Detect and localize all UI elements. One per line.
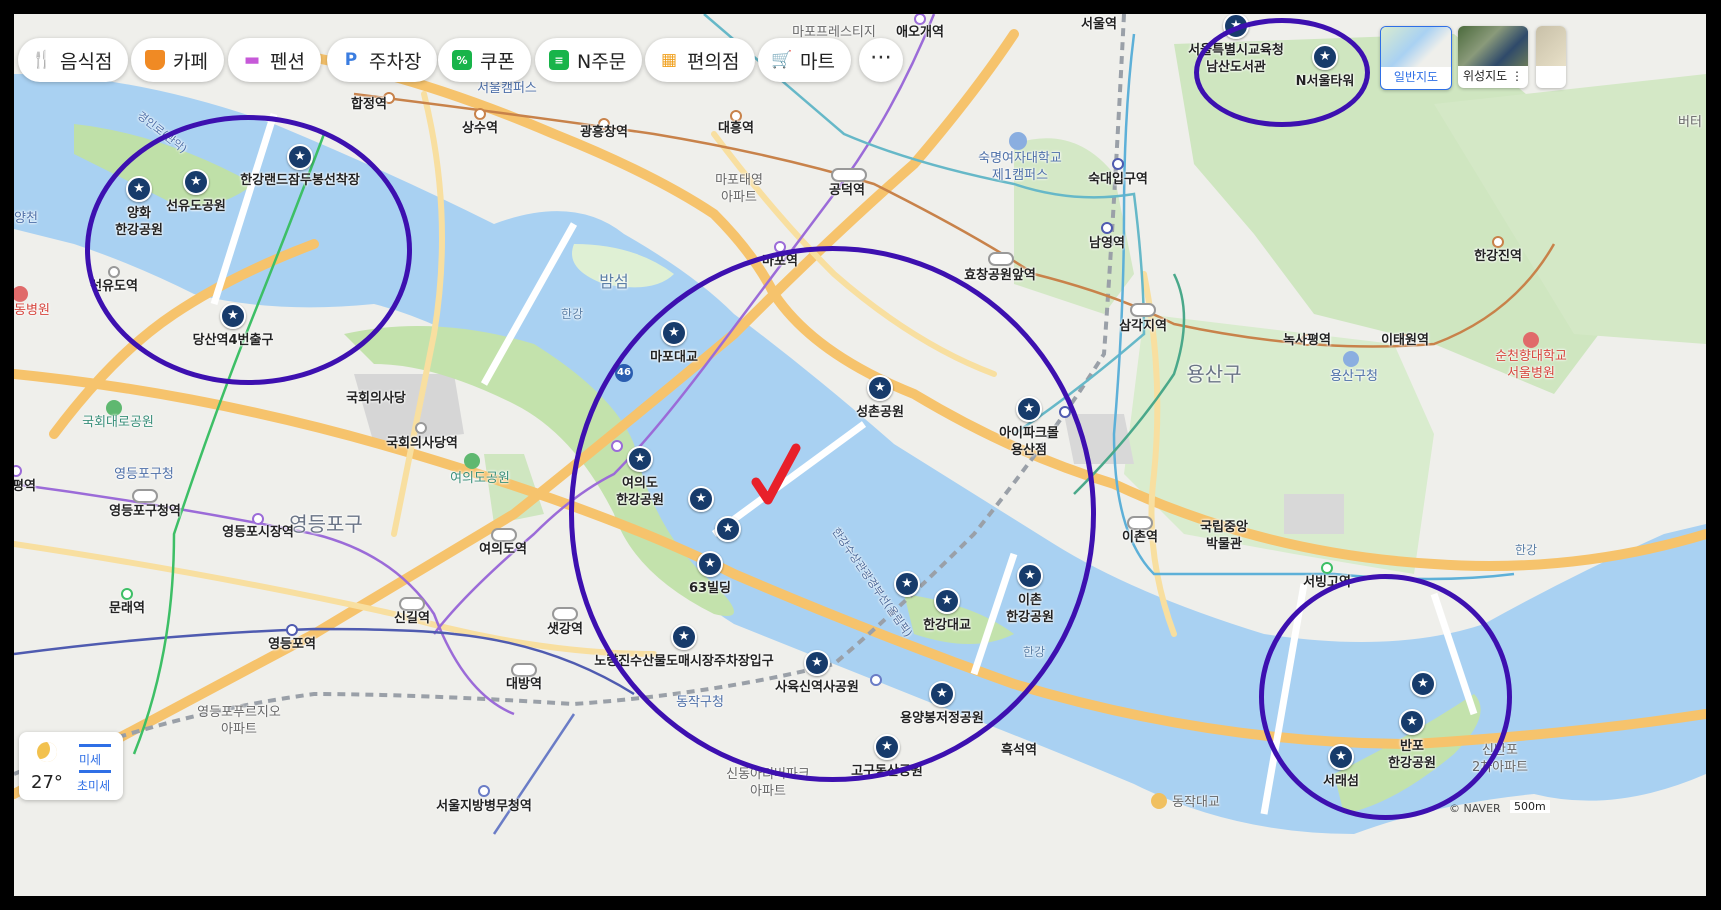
station-sangsu[interactable]: 상수역: [462, 120, 498, 137]
station-samgakji[interactable]: 삼각지역: [1119, 318, 1167, 335]
more-categories-button[interactable]: ⋯: [859, 38, 903, 82]
place-national-assembly[interactable]: 국회의사당: [346, 390, 406, 407]
station-noksapyeong[interactable]: 녹사평역: [1283, 332, 1331, 349]
station-gwangheungchang[interactable]: 광흥창역: [580, 124, 628, 141]
category-mart-button[interactable]: 🛒 마트: [758, 38, 851, 82]
station-yeongdeungpo[interactable]: 영등포역: [268, 636, 316, 653]
station-hapjeong[interactable]: 합정역: [351, 96, 387, 113]
place-ydp-prugio-apt[interactable]: 영등포푸르지오 아파트: [197, 704, 281, 738]
order-icon: ≡: [549, 50, 569, 70]
map-type-label: 일반지도: [1393, 70, 1439, 84]
river-label-1: 한강: [560, 307, 584, 321]
place-hongik-campus[interactable]: 서울캠퍼스: [477, 80, 537, 97]
map-type-satellite-button[interactable]: 위성지도 ⋮: [1458, 26, 1528, 88]
station-heukseok[interactable]: 흑석역: [1001, 742, 1037, 759]
category-coupon-button[interactable]: % 쿠폰: [438, 38, 531, 82]
copyright-text: © NAVER: [1449, 802, 1501, 815]
checkmark-annotation: [751, 443, 801, 505]
category-label: 마트: [800, 50, 835, 73]
annotation-circle-banpo: [1259, 574, 1512, 820]
fine-dust-bar: [79, 744, 111, 747]
parking-icon: P: [344, 50, 358, 70]
place-sookmyung-univ[interactable]: 숙명여자대학교 제1캠퍼스: [978, 150, 1062, 184]
store-icon: ▦: [660, 50, 678, 70]
station-yeongdeungpo-gu[interactable]: 영등포구청역: [109, 503, 181, 520]
normal-map-thumbnail: [1381, 27, 1451, 67]
place-national-museum[interactable]: 국립중앙 박물관: [1200, 519, 1248, 553]
station-seoul[interactable]: 서울역: [1081, 16, 1117, 33]
island-label-bamseom: 밤섬: [599, 272, 629, 291]
coffee-cup-icon: [145, 50, 165, 70]
coupon-icon: %: [452, 50, 472, 70]
map-type-more-button[interactable]: [1536, 26, 1566, 88]
place-gukhoe-park[interactable]: 국회대로공원: [82, 414, 154, 431]
category-label: 편의점: [687, 50, 740, 73]
station-daebang[interactable]: 대방역: [506, 676, 542, 693]
place-yangcheon[interactable]: 양천: [14, 210, 38, 227]
terrain-map-thumbnail: [1536, 26, 1566, 66]
place-yongsan-office[interactable]: 용산구청: [1330, 368, 1378, 385]
station-hyochang[interactable]: 효창공원앞역: [964, 267, 1036, 284]
annotation-circle-yanghwa: [85, 115, 412, 385]
station-saetgang[interactable]: 샛강역: [547, 621, 583, 638]
station-yeouido[interactable]: 여의도역: [479, 541, 527, 558]
station-byeongmucheong[interactable]: 서울지방병무청역: [436, 798, 532, 815]
station-sookdae[interactable]: 숙대입구역: [1088, 171, 1148, 188]
ultra-fine-dust-bar: [79, 770, 111, 773]
category-pension-button[interactable]: ▬ 펜션: [228, 38, 321, 82]
station-aeogae[interactable]: 애오개역: [896, 24, 944, 41]
category-label: N주문: [577, 50, 627, 73]
category-convenience-button[interactable]: ▦ 편의점: [645, 38, 756, 82]
station-gongdeok[interactable]: 공덕역: [829, 182, 865, 199]
map-type-normal-button[interactable]: 일반지도: [1380, 26, 1452, 90]
station-itaewon[interactable]: 이태원역: [1381, 332, 1429, 349]
map-viewport[interactable]: 용산구 영등포구 밤섬 한강 한강 한강 한강수상관광경부선(올림픽) 46 합…: [14, 14, 1706, 896]
category-label: 카페: [173, 50, 208, 73]
station-yeongdeungpo-market[interactable]: 영등포시장역: [222, 524, 294, 541]
fine-dust-label: 미세: [79, 753, 102, 767]
fork-knife-icon: 🍴: [31, 50, 53, 70]
annotation-circle-namsan: [1194, 18, 1370, 127]
annotation-circle-yeouido: [569, 246, 1096, 782]
cart-icon: 🛒: [771, 50, 793, 70]
area-label-yeongdeungpo: 영등포구: [289, 512, 363, 536]
category-cafe-button[interactable]: 카페: [131, 38, 224, 82]
category-label: 펜션: [270, 50, 305, 73]
scale-label: 500m: [1510, 800, 1550, 813]
station-daeheung[interactable]: 대흥역: [718, 120, 754, 137]
place-ydp-office[interactable]: 영등포구청: [114, 466, 174, 483]
category-label: 쿠폰: [480, 50, 515, 73]
temperature-text: 27°: [31, 772, 63, 793]
station-ichon[interactable]: 이촌역: [1122, 529, 1158, 546]
station-singil[interactable]: 신길역: [394, 610, 430, 627]
station-mullae[interactable]: 문래역: [109, 600, 145, 617]
moon-icon: [37, 742, 57, 762]
place-sunchunhyang-hospital[interactable]: 순천향대학교 서울병원: [1495, 348, 1567, 382]
bed-icon: ▬: [243, 50, 261, 70]
place-mapo-apt[interactable]: 마포태영 아파트: [715, 172, 763, 206]
ultra-fine-dust-label: 초미세: [77, 779, 111, 793]
station-hangangjin[interactable]: 한강진역: [1474, 248, 1522, 265]
category-norder-button[interactable]: ≡ N주문: [535, 38, 643, 82]
category-label: 음식점: [60, 50, 113, 73]
place-berth[interactable]: 버터: [1678, 114, 1702, 131]
place-dongjak-bridge[interactable]: 동작대교: [1172, 794, 1220, 811]
category-restaurant-button[interactable]: 🍴 음식점: [18, 38, 129, 82]
station-namyeong[interactable]: 남영역: [1089, 235, 1125, 252]
station-gukhoe[interactable]: 국회의사당역: [386, 435, 458, 452]
river-label-3: 한강: [1514, 543, 1538, 557]
weather-widget[interactable]: 27° 미세 초미세: [19, 732, 123, 800]
map-type-label: 위성지도 ⋮: [1463, 69, 1523, 83]
category-label: 주차장: [369, 50, 422, 73]
place-dong-hospital[interactable]: 동병원: [14, 302, 50, 319]
station-pyeong[interactable]: 평역: [14, 478, 36, 495]
place-yeouido-park[interactable]: 여의도공원: [450, 470, 510, 487]
category-parking-button[interactable]: P 주차장: [327, 38, 438, 82]
satellite-map-thumbnail: [1458, 26, 1528, 66]
area-label-yongsan: 용산구: [1186, 362, 1242, 386]
